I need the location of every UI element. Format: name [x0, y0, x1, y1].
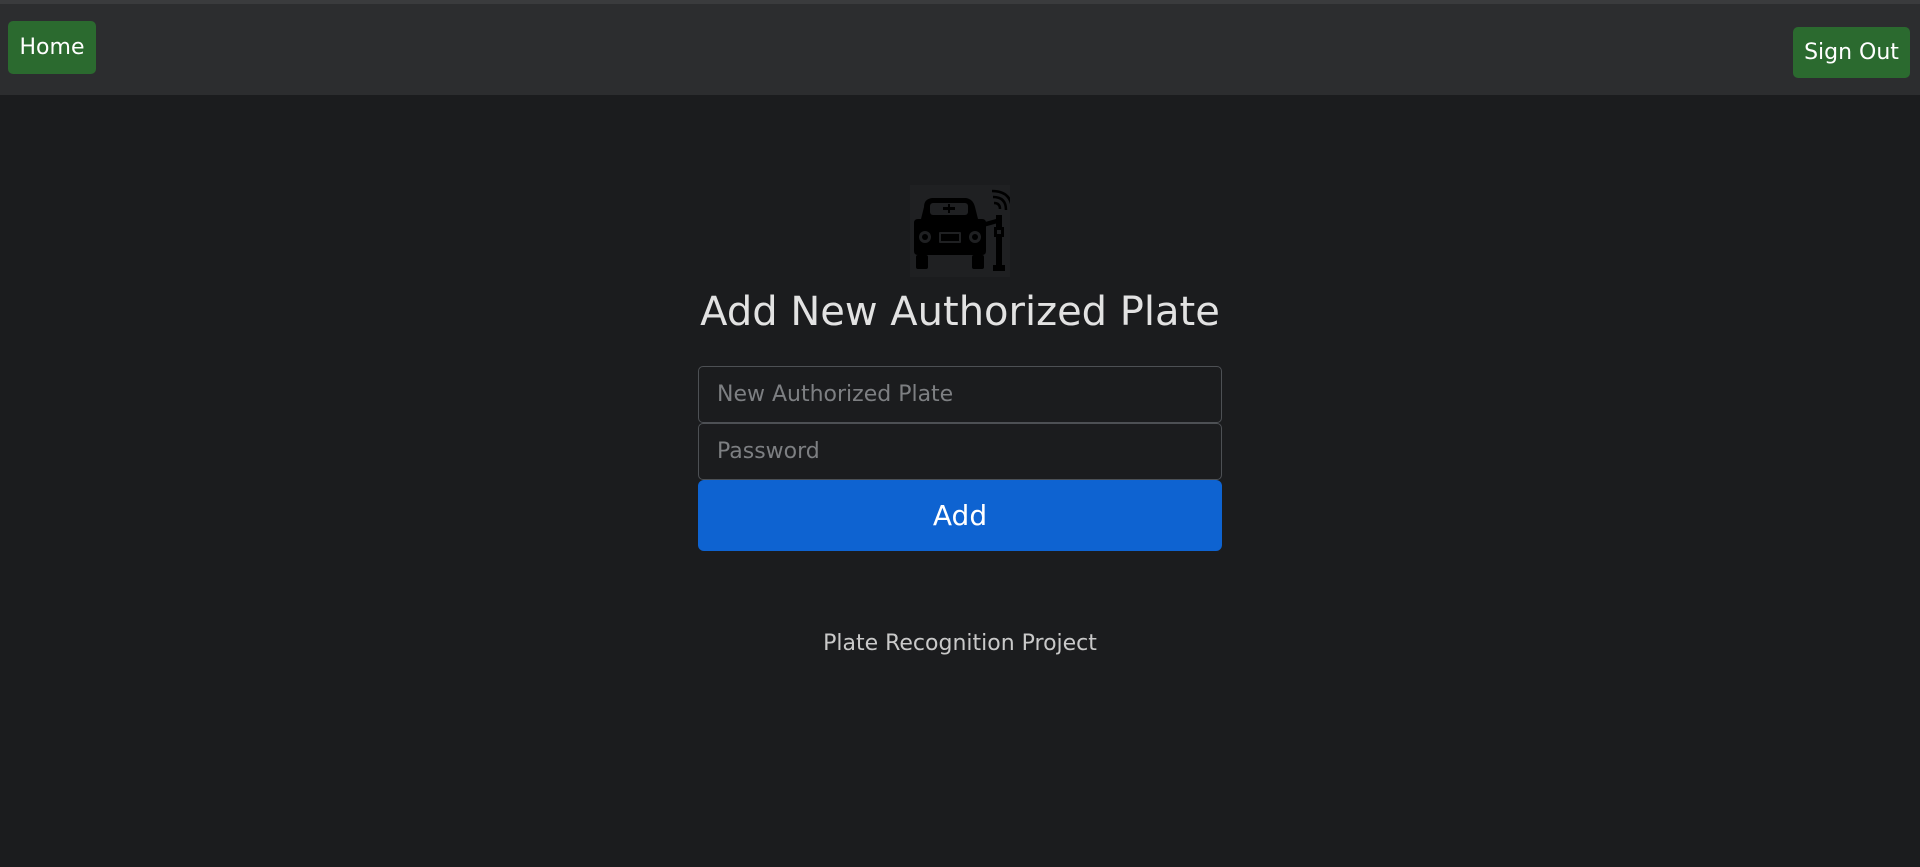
footer-text: Plate Recognition Project	[823, 631, 1097, 656]
sign-out-button[interactable]: Sign Out	[1793, 27, 1910, 78]
home-button[interactable]: Home	[8, 21, 96, 74]
top-navbar: Home Sign Out	[0, 0, 1920, 95]
plate-input[interactable]	[698, 366, 1222, 423]
add-button[interactable]: Add	[698, 480, 1222, 551]
car-plate-recognition-icon	[910, 185, 1010, 277]
page-title: Add New Authorized Plate	[700, 289, 1220, 335]
password-input[interactable]	[698, 423, 1222, 480]
